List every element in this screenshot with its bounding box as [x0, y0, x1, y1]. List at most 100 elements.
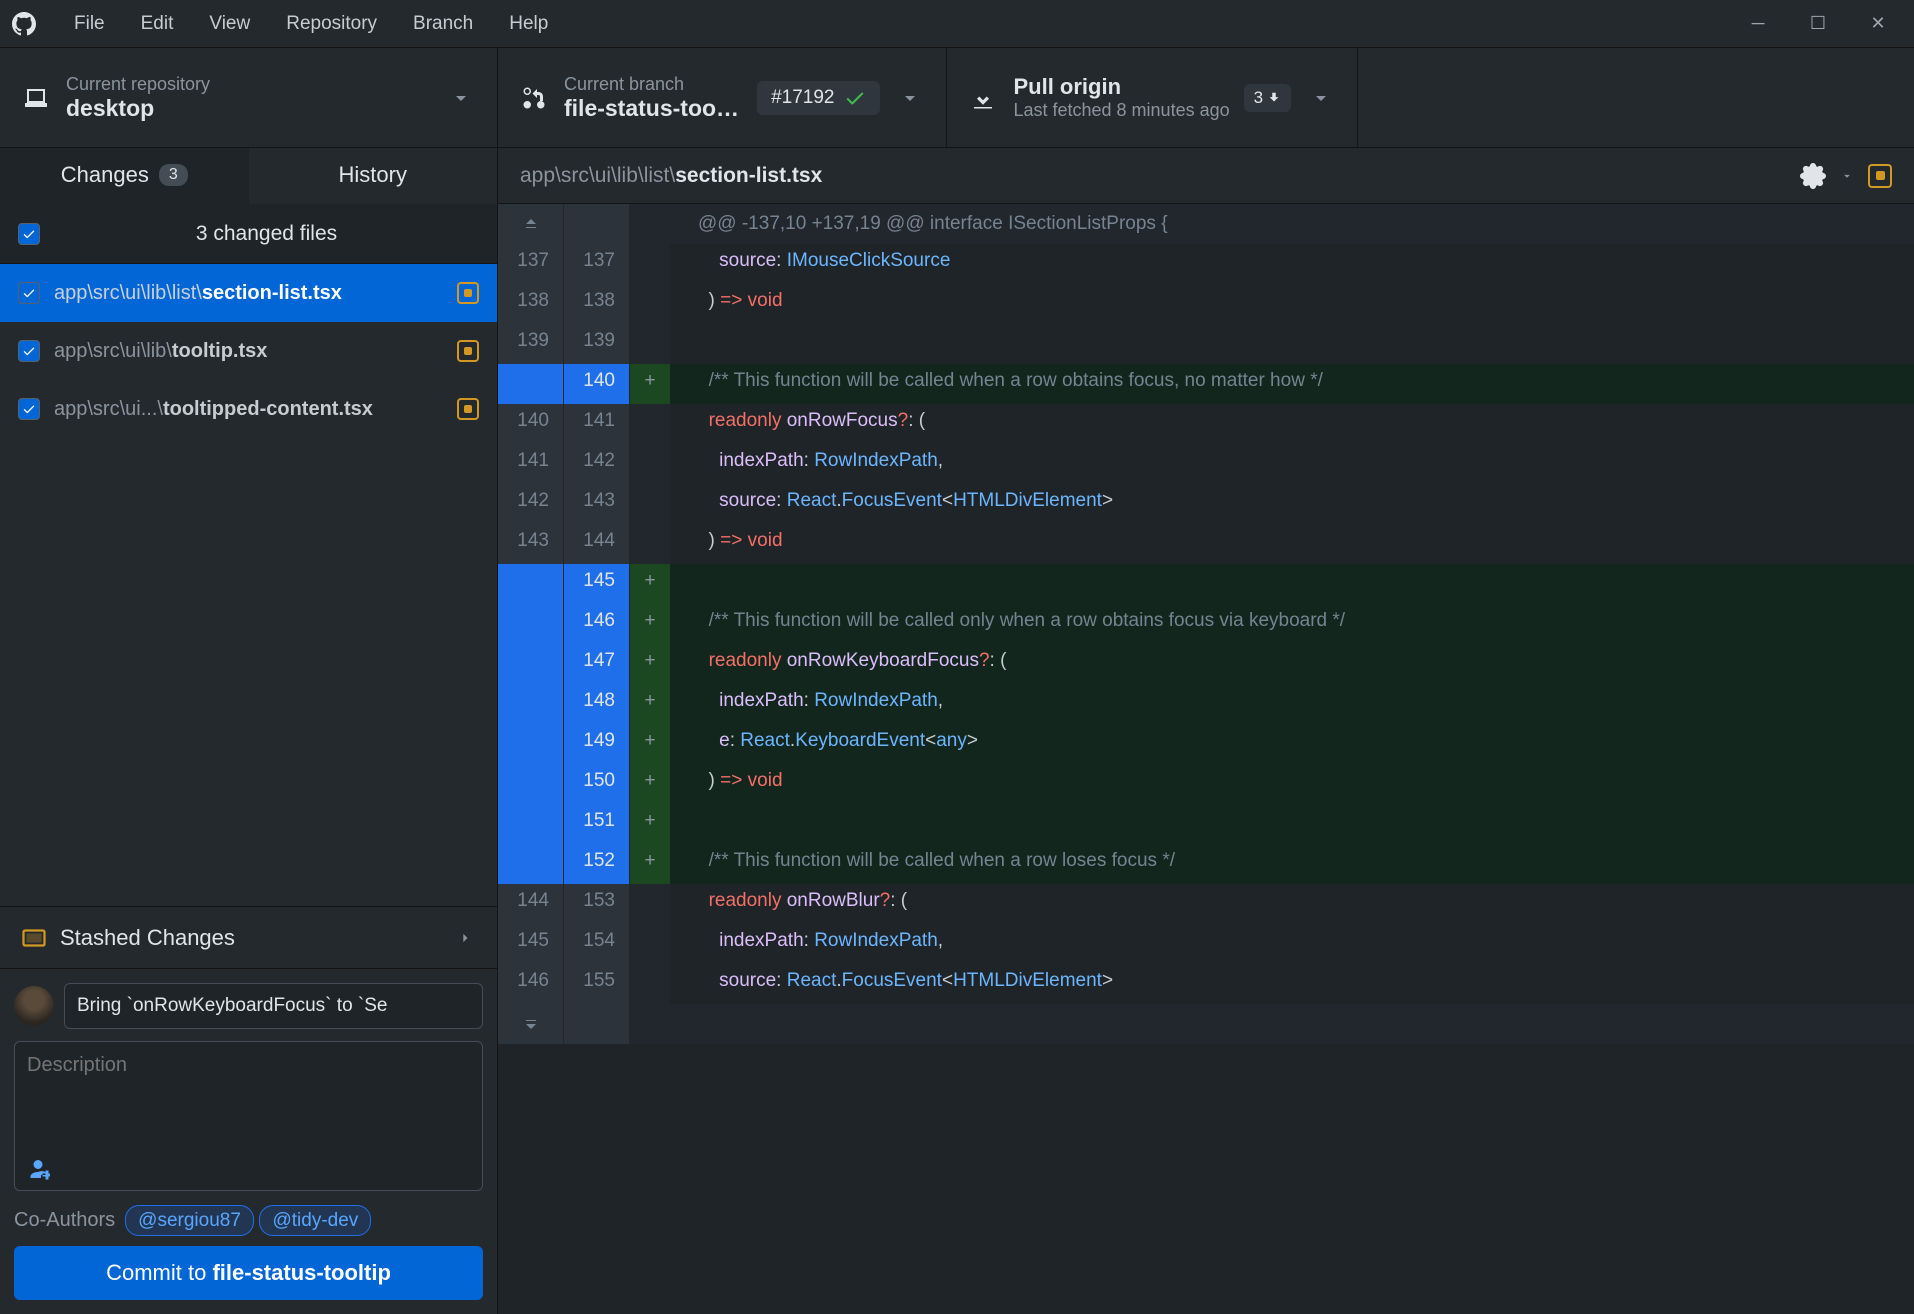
repository-dropdown[interactable]: Current repository desktop — [0, 48, 498, 147]
diff-marker — [630, 884, 670, 924]
line-number-old: 138 — [498, 284, 564, 324]
line-number-new: 147 — [564, 644, 630, 684]
code-line: /** This function will be called when a … — [670, 364, 1914, 404]
coauthors-row: Co-Authors @sergiou87 @tidy-dev — [14, 1209, 483, 1232]
hunk-footer — [670, 1004, 1914, 1044]
menu-edit[interactable]: Edit — [123, 7, 192, 40]
close-button[interactable]: ✕ — [1854, 4, 1902, 44]
line-number-new: 153 — [564, 884, 630, 924]
commit-btn-branch: file-status-tooltip — [212, 1260, 390, 1285]
file-checkbox[interactable] — [18, 398, 40, 420]
code-line: ) => void — [670, 524, 1914, 564]
line-number-new: 148 — [564, 684, 630, 724]
file-row[interactable]: app\src\ui...\tooltipped-content.tsx — [0, 380, 497, 438]
line-number-old: 142 — [498, 484, 564, 524]
line-number-old: 140 — [498, 404, 564, 444]
diff-marker: + — [630, 724, 670, 764]
line-number-old — [498, 564, 564, 604]
menu-help[interactable]: Help — [491, 7, 566, 40]
code-line: /** This function will be called when a … — [670, 844, 1914, 884]
diff-marker — [630, 484, 670, 524]
coauthor-pill[interactable]: @tidy-dev — [259, 1205, 371, 1236]
line-number-old: 144 — [498, 884, 564, 924]
check-icon — [844, 87, 866, 109]
file-checkbox[interactable] — [18, 340, 40, 362]
diff-marker — [630, 924, 670, 964]
repo-label: Current repository — [66, 74, 210, 95]
pull-count-badge: 3 — [1244, 84, 1291, 112]
menu-branch[interactable]: Branch — [395, 7, 491, 40]
diff-marker — [630, 964, 670, 1004]
file-row[interactable]: app\src\ui\lib\list\section-list.tsx — [0, 264, 497, 322]
files-header-text: 3 changed files — [54, 222, 479, 246]
minimize-button[interactable]: ─ — [1734, 4, 1782, 44]
line-number-new: 140 — [564, 364, 630, 404]
file-path-bar: app\src\ui\lib\list\section-list.tsx — [498, 148, 1914, 204]
modified-icon — [1868, 164, 1892, 188]
stashed-label: Stashed Changes — [60, 925, 235, 951]
branch-label: Current branch — [564, 74, 739, 95]
diff-marker — [630, 284, 670, 324]
file-path: app\src\ui\lib\tooltip.tsx — [54, 340, 447, 363]
add-coauthor-button[interactable] — [26, 1157, 50, 1187]
coauthor-pill[interactable]: @sergiou87 — [125, 1205, 254, 1236]
stashed-changes[interactable]: Stashed Changes — [0, 906, 497, 968]
path-filename: section-list.tsx — [675, 164, 822, 188]
line-number-new: 143 — [564, 484, 630, 524]
repo-name: desktop — [66, 95, 210, 122]
code-line — [670, 324, 1914, 364]
commit-button[interactable]: Commit to file-status-tooltip — [14, 1246, 483, 1300]
tab-label: Changes — [61, 162, 149, 188]
diff-marker — [630, 1004, 670, 1044]
chevron-right-icon — [455, 928, 475, 948]
diff-marker — [630, 244, 670, 284]
code-line: indexPath: RowIndexPath, — [670, 924, 1914, 964]
diff-marker — [630, 324, 670, 364]
file-checkbox[interactable] — [18, 282, 40, 304]
tab-history[interactable]: History — [249, 148, 498, 204]
line-number-new — [564, 204, 630, 244]
diff-marker: + — [630, 764, 670, 804]
select-all-checkbox[interactable] — [18, 223, 40, 245]
menu-view[interactable]: View — [191, 7, 268, 40]
pull-subtitle: Last fetched 8 minutes ago — [1013, 100, 1229, 121]
stash-icon — [22, 926, 46, 950]
code-line: readonly onRowFocus?: ( — [670, 404, 1914, 444]
gear-icon[interactable] — [1800, 163, 1826, 189]
tab-changes[interactable]: Changes 3 — [0, 148, 249, 204]
code-line — [670, 564, 1914, 604]
desktop-icon — [24, 86, 48, 110]
tab-label: History — [339, 162, 407, 188]
chevron-down-icon — [898, 86, 922, 110]
code-line: ) => void — [670, 284, 1914, 324]
pr-badge[interactable]: #17192 — [757, 81, 880, 115]
commit-description-input[interactable] — [14, 1041, 483, 1191]
diff-marker — [630, 404, 670, 444]
menu-file[interactable]: File — [56, 7, 123, 40]
line-number-old — [498, 364, 564, 404]
commit-summary-input[interactable] — [64, 983, 483, 1029]
line-number-new: 138 — [564, 284, 630, 324]
path-prefix: app\src\ui\lib\list\ — [520, 164, 675, 188]
branch-dropdown[interactable]: Current branch file-status-too… #17192 — [498, 48, 947, 147]
code-line — [670, 804, 1914, 844]
chevron-down-icon[interactable] — [1840, 169, 1854, 183]
line-number-new: 139 — [564, 324, 630, 364]
code-line: /** This function will be called only wh… — [670, 604, 1914, 644]
file-row[interactable]: app\src\ui\lib\tooltip.tsx — [0, 322, 497, 380]
menu-repository[interactable]: Repository — [268, 7, 395, 40]
diff-marker — [630, 204, 670, 244]
diff-marker: + — [630, 844, 670, 884]
maximize-button[interactable]: ☐ — [1794, 4, 1842, 44]
modified-icon — [457, 282, 479, 304]
line-number-new — [564, 1004, 630, 1044]
code-line: ) => void — [670, 764, 1914, 804]
line-number-old: 139 — [498, 324, 564, 364]
changes-count-badge: 3 — [159, 164, 188, 186]
line-number-old: 143 — [498, 524, 564, 564]
pull-origin-button[interactable]: Pull origin Last fetched 8 minutes ago 3 — [947, 48, 1358, 147]
window-controls: ─ ☐ ✕ — [1734, 4, 1902, 44]
code-line: source: React.FocusEvent<HTMLDivElement> — [670, 484, 1914, 524]
diff-view[interactable]: @@ -137,10 +137,19 @@ interface ISection… — [498, 204, 1914, 1314]
modified-icon — [457, 340, 479, 362]
